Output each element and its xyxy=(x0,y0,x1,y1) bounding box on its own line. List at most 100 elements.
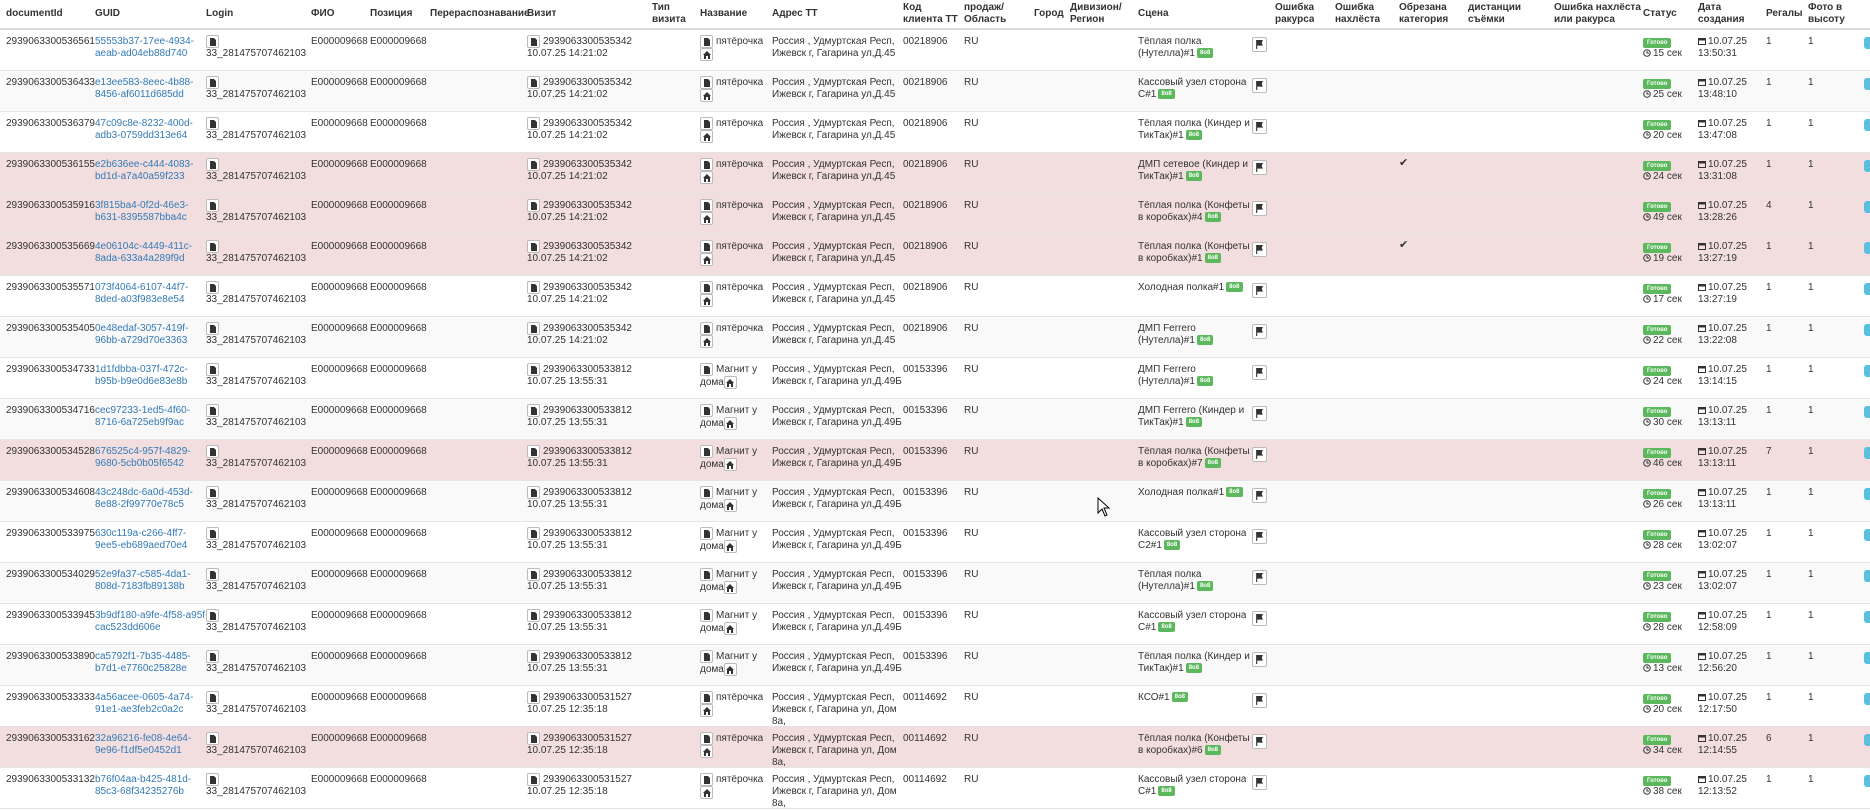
row-action-button[interactable] xyxy=(1864,78,1870,90)
row-action-button[interactable] xyxy=(1864,201,1870,213)
home-icon[interactable] xyxy=(700,294,713,308)
file-icon[interactable] xyxy=(700,568,713,581)
file-icon[interactable] xyxy=(206,363,219,376)
column-header[interactable]: Login xyxy=(206,0,233,28)
table-row[interactable]: 2939063300534528 676525c4-957f-4829- 9680-… xyxy=(0,440,1870,481)
home-icon[interactable] xyxy=(700,786,713,800)
home-icon[interactable] xyxy=(700,48,713,62)
row-action-button[interactable] xyxy=(1864,119,1870,131)
file-icon[interactable] xyxy=(527,322,540,335)
row-action-button[interactable] xyxy=(1864,775,1870,787)
flag-button[interactable] xyxy=(1252,447,1267,462)
flag-button[interactable] xyxy=(1252,324,1267,339)
file-icon[interactable] xyxy=(700,35,713,48)
file-icon[interactable] xyxy=(527,732,540,745)
column-header[interactable]: ФИО xyxy=(311,0,335,28)
column-header[interactable]: Перераспознавание xyxy=(430,0,530,28)
home-icon[interactable] xyxy=(700,335,713,349)
row-action-button[interactable] xyxy=(1864,37,1870,49)
column-header[interactable]: GUID xyxy=(95,0,120,28)
file-icon[interactable] xyxy=(206,609,219,622)
table-row[interactable]: 2939063300535669 4e06104c-4449-411c- 8ada-… xyxy=(0,235,1870,276)
file-icon[interactable] xyxy=(700,117,713,130)
column-header[interactable]: Сцена xyxy=(1138,0,1169,28)
column-header[interactable]: Позиция xyxy=(370,0,412,28)
column-header[interactable]: documentId xyxy=(6,0,63,28)
table-row[interactable]: 2939063300536433 e13ee583-8eec-4b88- 8456-… xyxy=(0,71,1870,112)
file-icon[interactable] xyxy=(527,650,540,663)
file-icon[interactable] xyxy=(700,486,713,499)
home-icon[interactable] xyxy=(700,89,713,103)
table-row[interactable]: 2939063300534733 1d1fdbba-037f-472c-b95b-… xyxy=(0,358,1870,399)
file-icon[interactable] xyxy=(527,363,540,376)
column-header[interactable]: Фото в высоту xyxy=(1808,0,1845,30)
file-icon[interactable] xyxy=(527,404,540,417)
file-icon[interactable] xyxy=(527,527,540,540)
home-icon[interactable] xyxy=(723,376,737,390)
guid-link[interactable]: e13ee583-8eec-4b88- 8456-af6011d685dd xyxy=(95,77,193,101)
table-row[interactable]: 2939063300536155 e2b636ee-c444-4083- bd1d-… xyxy=(0,153,1870,194)
flag-button[interactable] xyxy=(1252,488,1267,503)
file-icon[interactable] xyxy=(527,609,540,622)
table-row[interactable]: 2939063300533333 4a56acee-0605-4a74- 91e1-… xyxy=(0,686,1870,727)
row-action-button[interactable] xyxy=(1864,324,1870,336)
file-icon[interactable] xyxy=(700,76,713,89)
guid-link[interactable]: 630c119a-c266-4ff7- 9ee5-eb689aed70e4 xyxy=(95,528,187,552)
column-header[interactable]: Ошибка нахлёста xyxy=(1335,0,1380,30)
file-icon[interactable] xyxy=(527,158,540,171)
row-action-button[interactable] xyxy=(1864,160,1870,172)
column-header[interactable]: Регалы xyxy=(1766,0,1803,28)
flag-button[interactable] xyxy=(1252,283,1267,298)
file-icon[interactable] xyxy=(527,773,540,786)
column-header[interactable]: Адрес ТТ xyxy=(772,0,818,28)
home-icon[interactable] xyxy=(723,417,737,431)
row-action-button[interactable] xyxy=(1864,283,1870,295)
column-header[interactable]: Визит xyxy=(527,0,556,28)
row-action-button[interactable] xyxy=(1864,734,1870,746)
column-header[interactable]: Дата создания xyxy=(1698,0,1744,30)
file-icon[interactable] xyxy=(206,527,219,540)
guid-link[interactable]: 3b9df180-a9fe-4f58-a95f-cac523dd606e xyxy=(95,610,208,634)
home-icon[interactable] xyxy=(700,212,713,226)
table-row[interactable]: 2939063300536379 47c09c8e-8232-400d-adb3-… xyxy=(0,112,1870,153)
column-header[interactable]: Название xyxy=(700,0,747,28)
file-icon[interactable] xyxy=(527,281,540,294)
file-icon[interactable] xyxy=(206,76,219,89)
file-icon[interactable] xyxy=(527,35,540,48)
flag-button[interactable] xyxy=(1252,119,1267,134)
file-icon[interactable] xyxy=(206,240,219,253)
home-icon[interactable] xyxy=(723,622,737,636)
guid-link[interactable]: ca5792f1-7b35-4485- b7d1-e7760c25828e xyxy=(95,651,191,675)
column-header[interactable]: Обрезана категория xyxy=(1399,0,1448,30)
row-action-button[interactable] xyxy=(1864,406,1870,418)
flag-button[interactable] xyxy=(1252,242,1267,257)
table-row[interactable]: 2939063300535405 0e48edaf-3057-419f- 96bb-… xyxy=(0,317,1870,358)
flag-button[interactable] xyxy=(1252,775,1267,790)
file-icon[interactable] xyxy=(206,35,219,48)
row-action-button[interactable] xyxy=(1864,242,1870,254)
file-icon[interactable] xyxy=(700,609,713,622)
file-icon[interactable] xyxy=(206,117,219,130)
guid-link[interactable]: 43c248dc-6a0d-453d- 8e88-2f99770e78c5 xyxy=(95,487,193,511)
file-icon[interactable] xyxy=(206,199,219,212)
home-icon[interactable] xyxy=(723,458,737,472)
home-icon[interactable] xyxy=(723,540,737,554)
guid-link[interactable]: 1d1fdbba-037f-472c-b95b-b9e0d6e83e8b xyxy=(95,364,188,388)
file-icon[interactable] xyxy=(206,322,219,335)
file-icon[interactable] xyxy=(206,281,219,294)
file-icon[interactable] xyxy=(700,445,713,458)
guid-link[interactable]: 4a56acee-0605-4a74- 91e1-ae3feb2c0a2c xyxy=(95,692,193,716)
row-action-button[interactable] xyxy=(1864,652,1870,664)
file-icon[interactable] xyxy=(700,240,713,253)
table-row[interactable]: 2939063300533890 ca5792f1-7b35-4485- b7d1-… xyxy=(0,645,1870,686)
file-icon[interactable] xyxy=(206,486,219,499)
file-icon[interactable] xyxy=(700,158,713,171)
home-icon[interactable] xyxy=(723,663,737,677)
file-icon[interactable] xyxy=(700,363,713,376)
column-header[interactable]: Ошибка нахлёста или ракурса xyxy=(1554,0,1641,30)
flag-button[interactable] xyxy=(1252,201,1267,216)
file-icon[interactable] xyxy=(527,199,540,212)
row-action-button[interactable] xyxy=(1864,693,1870,705)
column-header[interactable]: Код клиента ТТ xyxy=(903,0,958,30)
file-icon[interactable] xyxy=(206,445,219,458)
